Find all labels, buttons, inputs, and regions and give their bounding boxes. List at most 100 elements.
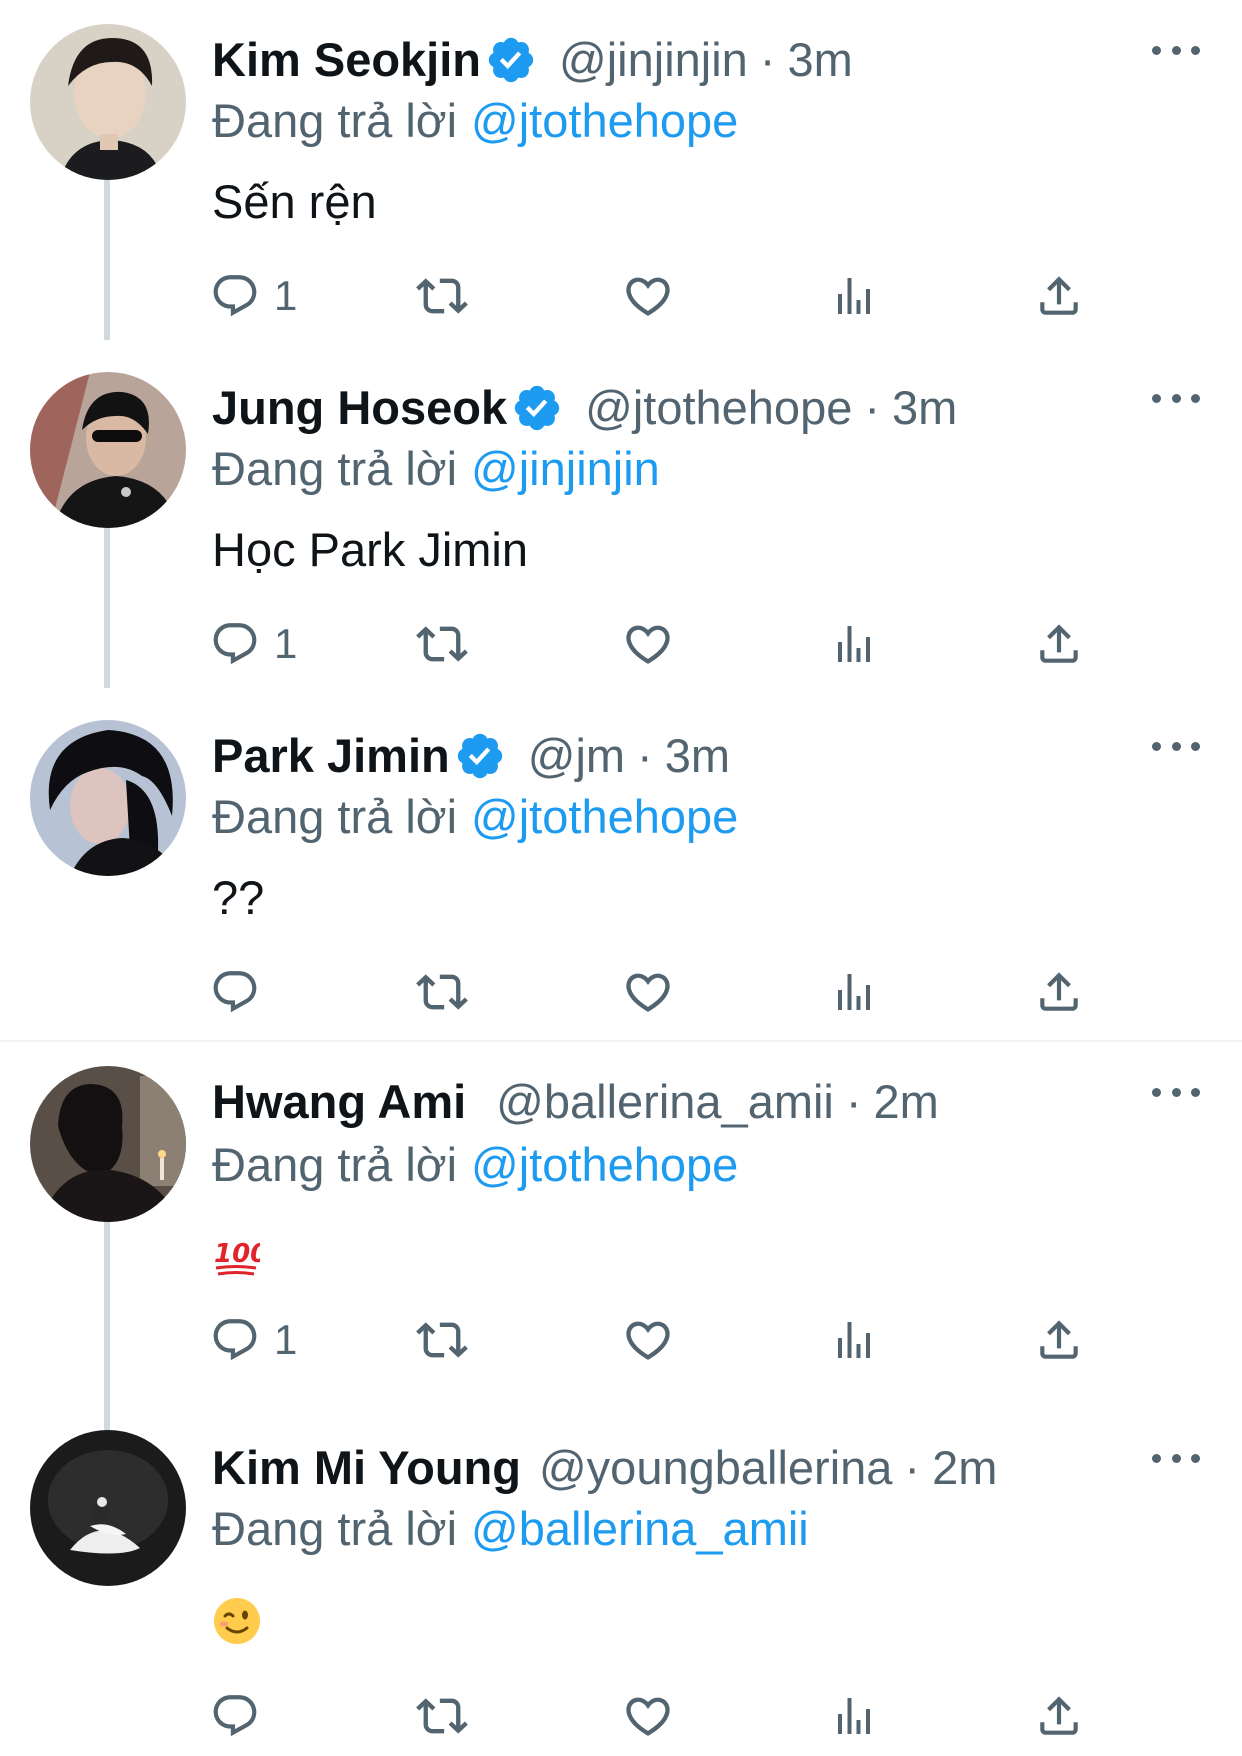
avatar-jung-hoseok[interactable] [30, 372, 186, 528]
timestamp[interactable]: 3m [665, 726, 730, 786]
author-handle[interactable]: @youngballerina [539, 1438, 892, 1498]
author-name[interactable]: Hwang Ami [212, 1072, 466, 1132]
more-options-icon[interactable] [1152, 1450, 1200, 1466]
views-button[interactable] [830, 1686, 878, 1746]
author-name[interactable]: Jung Hoseok [212, 378, 507, 438]
share-icon [1034, 271, 1084, 321]
tweet-kim-seokjin[interactable]: Kim Seokjin @jinjinjin · 3m Đang trả lời… [0, 0, 1242, 348]
like-icon [622, 270, 674, 322]
reply-count: 1 [274, 272, 298, 319]
avatar-park-jimin[interactable] [30, 720, 186, 876]
reply-button[interactable]: 1 [210, 266, 297, 326]
retweet-icon [416, 966, 468, 1018]
replying-to-line: Đang trả lời @jtothehope [212, 786, 738, 848]
author-handle[interactable]: @ballerina_amii [496, 1072, 834, 1132]
author-name[interactable]: Kim Seokjin [212, 30, 481, 90]
replying-to-mention[interactable]: @jtothehope [471, 94, 738, 147]
reply-icon [210, 619, 260, 669]
avatar-hwang-ami[interactable] [30, 1066, 186, 1222]
separator-dot: · [637, 729, 653, 782]
reply-button[interactable] [210, 962, 260, 1022]
views-icon [830, 968, 878, 1016]
tweet-header: Jung Hoseok @jtothehope · 3m [212, 378, 957, 438]
like-button[interactable] [622, 614, 674, 674]
views-button[interactable] [830, 614, 878, 674]
avatar-kim-seokjin[interactable] [30, 24, 186, 180]
timestamp[interactable]: 3m [787, 30, 852, 90]
tweet-text: Sến rện [212, 175, 377, 228]
share-button[interactable] [1034, 266, 1084, 326]
separator-dot: · [845, 1075, 862, 1128]
action-bar: 1 [0, 614, 1242, 674]
action-bar: 1 [0, 266, 1242, 326]
tweet-text: Học Park Jimin [212, 523, 529, 576]
more-options-icon[interactable] [1152, 738, 1200, 754]
retweet-icon [416, 1690, 468, 1742]
replying-to-line: Đang trả lời @jinjinjin [212, 438, 660, 500]
replying-to-mention[interactable]: @jinjinjin [471, 442, 660, 495]
replying-prefix: Đang trả lời [212, 1138, 458, 1191]
views-button[interactable] [830, 1310, 878, 1370]
timestamp[interactable]: 2m [874, 1072, 939, 1132]
author-name[interactable]: Park Jimin [212, 726, 450, 786]
verified-badge-icon [454, 730, 506, 782]
views-icon [830, 1692, 878, 1740]
action-bar: 1 [0, 1310, 1242, 1370]
author-name[interactable]: Kim Mi Young [212, 1438, 521, 1498]
views-icon [830, 620, 878, 668]
more-options-icon[interactable] [1152, 42, 1200, 58]
share-icon [1034, 1315, 1084, 1365]
reply-button[interactable]: 1 [210, 1310, 297, 1370]
retweet-icon [416, 270, 468, 322]
like-button[interactable] [622, 266, 674, 326]
verified-badge-icon [511, 382, 563, 434]
tweet-header: Park Jimin @jm · 3m [212, 726, 730, 786]
reply-icon [210, 1691, 260, 1741]
retweet-button[interactable] [416, 962, 468, 1022]
retweet-button[interactable] [416, 614, 468, 674]
replying-to-mention[interactable]: @jtothehope [471, 790, 738, 843]
replying-to-mention[interactable]: @ballerina_amii [471, 1502, 809, 1555]
share-button[interactable] [1034, 962, 1084, 1022]
retweet-icon [416, 1314, 468, 1366]
tweet-jung-hoseok[interactable]: Jung Hoseok @jtothehope · 3m Đang trả lờ… [0, 348, 1242, 696]
avatar-kim-mi-young[interactable] [30, 1430, 186, 1586]
author-handle[interactable]: @jtothehope [585, 378, 852, 438]
tweet-kim-mi-young[interactable]: Kim Mi Young @youngballerina · 2m Đang t… [0, 1404, 1242, 1756]
tweet-header: Kim Mi Young @youngballerina · 2m [212, 1438, 997, 1498]
reply-button[interactable] [210, 1686, 260, 1746]
retweet-button[interactable] [416, 1686, 468, 1746]
like-button[interactable] [622, 1686, 674, 1746]
views-button[interactable] [830, 962, 878, 1022]
retweet-button[interactable] [416, 1310, 468, 1370]
reply-button[interactable]: 1 [210, 614, 297, 674]
reply-count: 1 [274, 1316, 298, 1363]
tweet-hwang-ami[interactable]: Hwang Ami @ballerina_amii · 2m Đang trả … [0, 1042, 1242, 1404]
reply-count: 1 [274, 620, 298, 667]
author-handle[interactable]: @jinjinjin [559, 30, 748, 90]
reply-icon [210, 1315, 260, 1365]
timestamp[interactable]: 3m [892, 378, 957, 438]
views-icon [830, 272, 878, 320]
timestamp[interactable]: 2m [932, 1438, 997, 1498]
share-button[interactable] [1034, 1686, 1084, 1746]
replying-to-line: Đang trả lời @jtothehope [212, 90, 738, 152]
views-button[interactable] [830, 266, 878, 326]
like-button[interactable] [622, 962, 674, 1022]
replying-to-mention[interactable]: @jtothehope [471, 1138, 738, 1191]
share-button[interactable] [1034, 614, 1084, 674]
replying-prefix: Đang trả lời [212, 94, 458, 147]
share-icon [1034, 1691, 1084, 1741]
tweet-header: Kim Seokjin @jinjinjin · 3m [212, 30, 853, 90]
tweet-park-jimin[interactable]: Park Jimin @jm · 3m Đang trả lời @jtotheh… [0, 696, 1242, 1040]
replying-to-line: Đang trả lời @ballerina_amii [212, 1498, 809, 1560]
svg-text:100: 100 [214, 1239, 260, 1269]
more-options-icon[interactable] [1152, 1084, 1200, 1100]
share-button[interactable] [1034, 1310, 1084, 1370]
replying-prefix: Đang trả lời [212, 1502, 458, 1555]
like-button[interactable] [622, 1310, 674, 1370]
retweet-button[interactable] [416, 266, 468, 326]
like-icon [622, 618, 674, 670]
more-options-icon[interactable] [1152, 390, 1200, 406]
author-handle[interactable]: @jm [528, 726, 625, 786]
